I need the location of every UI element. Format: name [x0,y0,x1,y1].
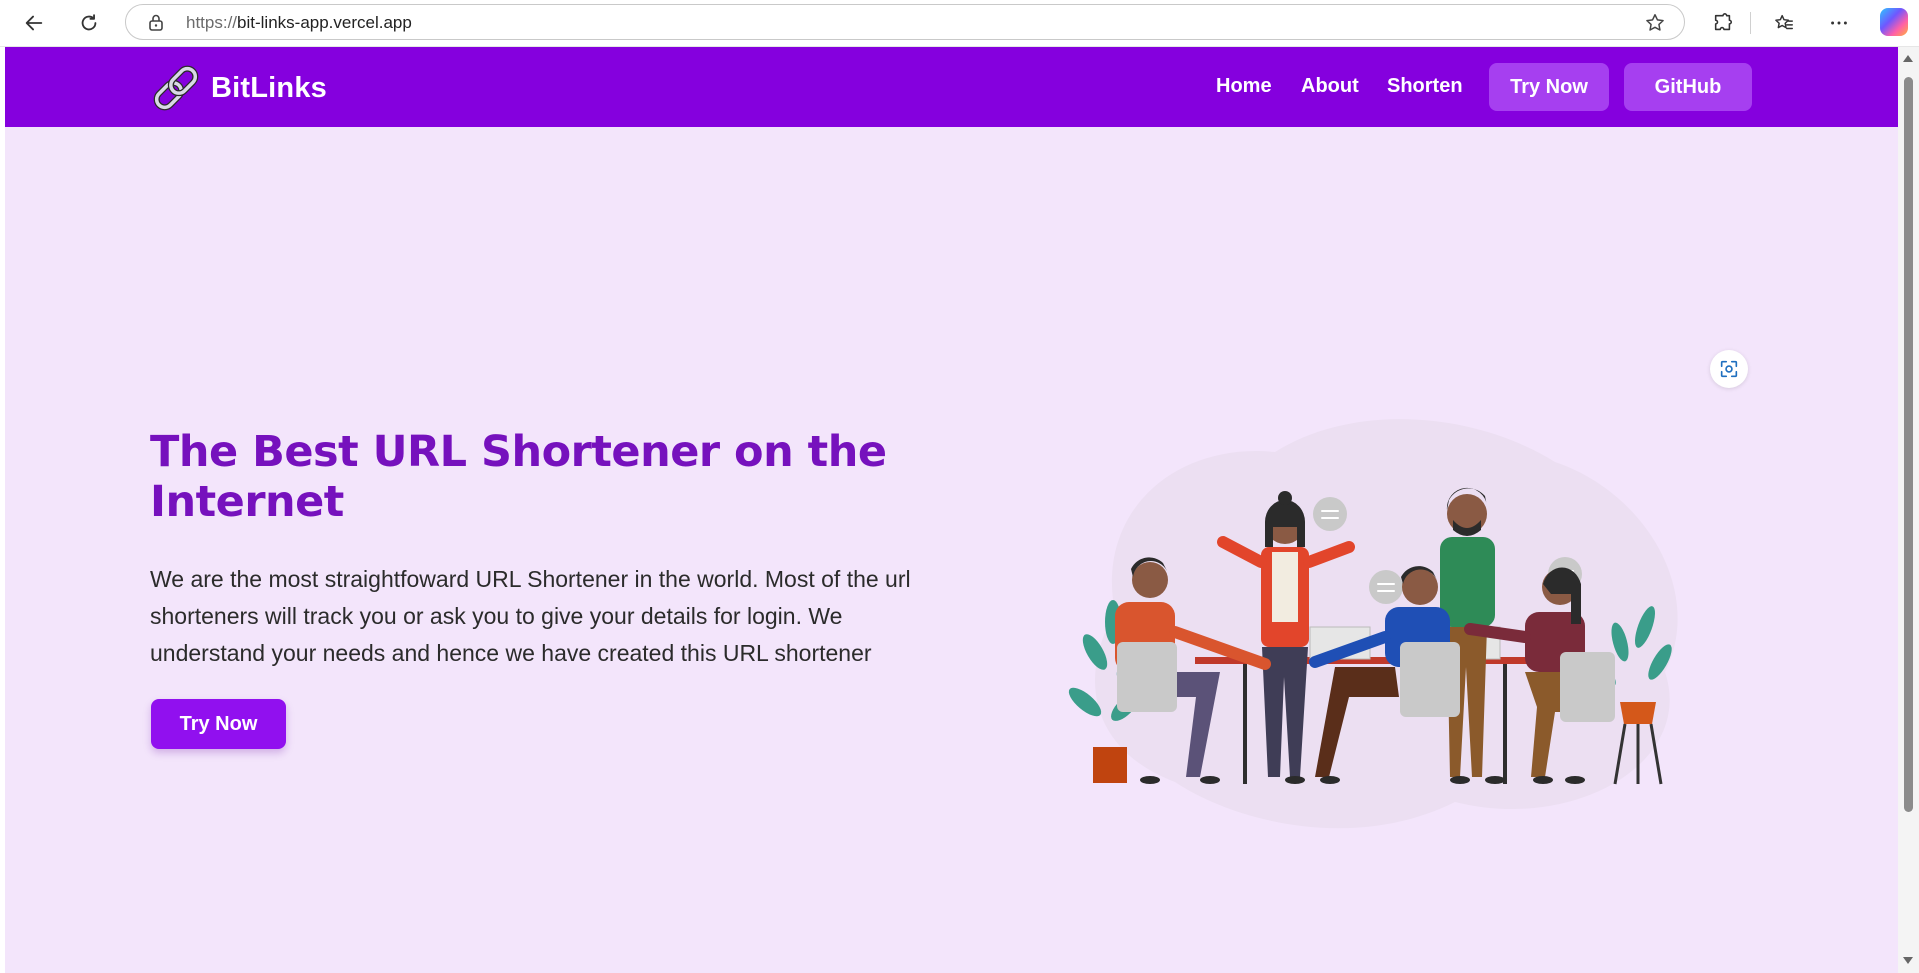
team-meeting-illustration [1068,419,1678,829]
address-bar[interactable]: https://bit-links-app.vercel.app [125,4,1685,40]
url-host: bit-links-app.vercel.app [237,13,412,32]
more-icon[interactable] [1823,7,1855,39]
lock-icon[interactable] [146,12,166,32]
scrollbar-thumb[interactable] [1904,77,1913,812]
hero-title: The Best URL Shortener on the Internet [150,427,887,527]
star-icon[interactable] [1644,12,1666,34]
extensions-icon[interactable] [1707,7,1739,39]
page-content: BitLinks Home About Shorten Try Now GitH… [5,47,1898,973]
page-scrollbar[interactable] [1898,47,1919,973]
nav-shorten-link[interactable]: Shorten [1387,75,1463,98]
nav-github-button[interactable]: GitHub [1624,63,1752,111]
nav-home-link[interactable]: Home [1216,75,1272,98]
nav-try-now-button[interactable]: Try Now [1489,63,1609,111]
hero-try-now-button[interactable]: Try Now [151,699,286,749]
scroll-down-arrow[interactable] [1903,957,1913,964]
site-navbar: BitLinks Home About Shorten Try Now GitH… [5,47,1898,127]
favorites-icon[interactable] [1768,7,1800,39]
scroll-up-arrow[interactable] [1903,55,1913,62]
url-text[interactable]: https://bit-links-app.vercel.app [186,13,412,33]
copilot-icon[interactable] [1880,8,1908,36]
url-scheme: https:// [186,13,238,32]
visual-search-icon[interactable] [1710,350,1748,388]
site-logo[interactable]: BitLinks [150,62,327,114]
chain-link-icon [153,65,199,111]
brand-name: BitLinks [211,71,327,104]
nav-about-link[interactable]: About [1301,75,1359,98]
back-arrow-icon[interactable] [18,7,50,39]
toolbar-divider [1750,12,1751,34]
reload-icon[interactable] [73,7,105,39]
browser-toolbar: https://bit-links-app.vercel.app [0,0,1919,47]
hero-description: We are the most straightfoward URL Short… [150,566,911,666]
